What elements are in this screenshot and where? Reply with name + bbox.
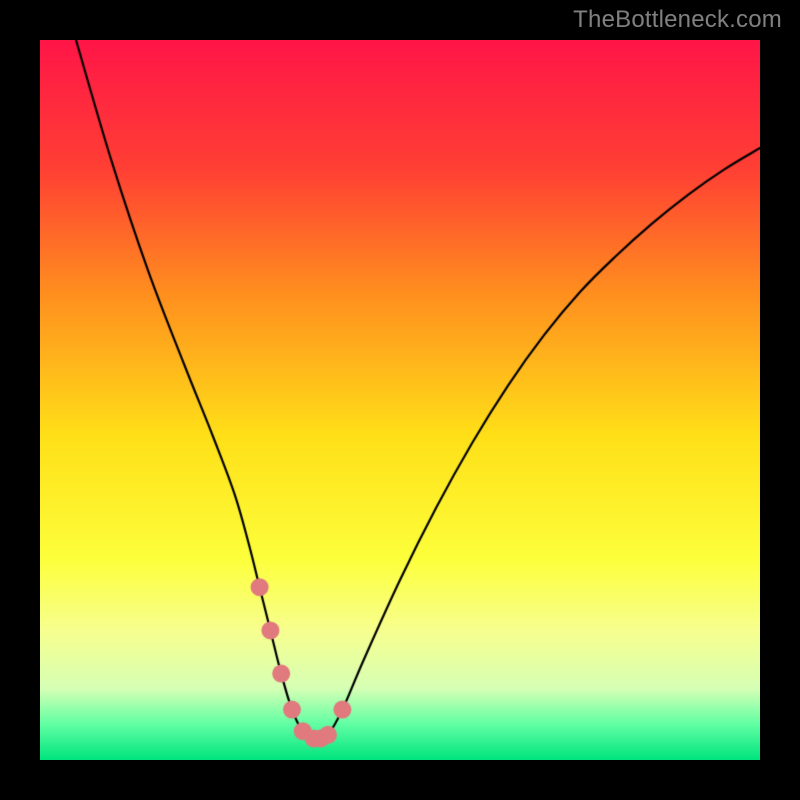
- watermark-text: TheBottleneck.com: [573, 6, 782, 34]
- chart-frame: TheBottleneck.com: [0, 0, 800, 800]
- chart-canvas: [40, 40, 760, 760]
- plot-area: [40, 40, 760, 760]
